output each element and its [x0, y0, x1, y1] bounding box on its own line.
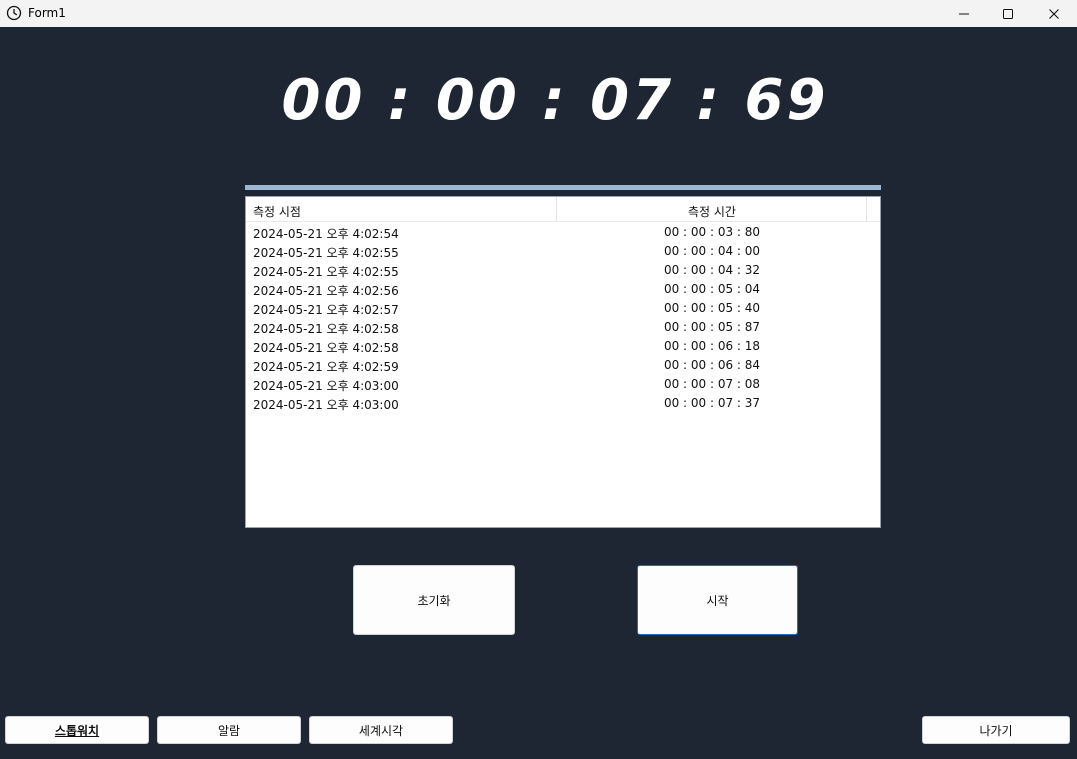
lap-time-point: 2024-05-21 오후 4:03:00 [253, 398, 399, 412]
list-item[interactable]: 2024-05-21 오후 4:02:58 00 : 00 : 06 : 18 [246, 338, 880, 357]
start-button[interactable]: 시작 [637, 565, 798, 635]
maximize-button[interactable] [985, 0, 1031, 27]
lap-measured-time: 00 : 00 : 03 : 80 [663, 225, 761, 239]
lap-rows: 2024-05-21 오후 4:02:54 00 : 00 : 03 : 80 20… [246, 224, 880, 414]
list-item[interactable]: 2024-05-21 오후 4:02:55 00 : 00 : 04 : 00 [246, 243, 880, 262]
lap-time-point: 2024-05-21 오후 4:02:55 [253, 265, 399, 279]
title-bar: Form1 [0, 0, 1077, 27]
lap-time-point: 2024-05-21 오후 4:02:59 [253, 360, 399, 374]
exit-button[interactable]: 나가기 [922, 716, 1070, 744]
lap-measured-time: 00 : 00 : 06 : 84 [663, 358, 761, 372]
list-item[interactable]: 2024-05-21 오후 4:02:54 00 : 00 : 03 : 80 [246, 224, 880, 243]
lap-measured-time: 00 : 00 : 06 : 18 [663, 339, 761, 353]
minimize-icon [959, 13, 969, 14]
list-item[interactable]: 2024-05-21 오후 4:02:55 00 : 00 : 04 : 32 [246, 262, 880, 281]
lap-measured-time: 00 : 00 : 05 : 87 [663, 320, 761, 334]
close-button[interactable] [1031, 0, 1077, 27]
stopwatch-tab-button[interactable]: 스톱워치 [5, 716, 149, 744]
alarm-tab-button[interactable]: 알람 [157, 716, 301, 744]
column-divider [866, 197, 867, 221]
lap-time-point: 2024-05-21 오후 4:02:58 [253, 322, 399, 336]
lap-time-point: 2024-05-21 오후 4:02:55 [253, 246, 399, 260]
accent-bar [245, 185, 881, 190]
lap-measured-time: 00 : 00 : 05 : 04 [663, 282, 761, 296]
list-item[interactable]: 2024-05-21 오후 4:03:00 00 : 00 : 07 : 08 [246, 376, 880, 395]
list-item[interactable]: 2024-05-21 오후 4:02:59 00 : 00 : 06 : 84 [246, 357, 880, 376]
minimize-button[interactable] [941, 0, 987, 27]
lap-measured-time: 00 : 00 : 04 : 00 [663, 244, 761, 258]
lap-time-point: 2024-05-21 오후 4:02:56 [253, 284, 399, 298]
lap-time-point: 2024-05-21 오후 4:03:00 [253, 379, 399, 393]
close-icon [1049, 8, 1059, 19]
list-item[interactable]: 2024-05-21 오후 4:02:56 00 : 00 : 05 : 04 [246, 281, 880, 300]
lap-time-point: 2024-05-21 오후 4:02:58 [253, 341, 399, 355]
window-title: Form1 [28, 6, 66, 20]
lap-list-header: 측정 시점 측정 시간 [246, 197, 880, 222]
lap-time-point: 2024-05-21 오후 4:02:57 [253, 303, 399, 317]
list-item[interactable]: 2024-05-21 오후 4:03:00 00 : 00 : 07 : 37 [246, 395, 880, 414]
list-item[interactable]: 2024-05-21 오후 4:02:58 00 : 00 : 05 : 87 [246, 319, 880, 338]
reset-button[interactable]: 초기화 [353, 565, 515, 635]
clock-icon [6, 5, 22, 21]
lap-list[interactable]: 측정 시점 측정 시간 2024-05-21 오후 4:02:54 00 : 00… [245, 196, 881, 528]
lap-measured-time: 00 : 00 : 05 : 40 [663, 301, 761, 315]
lap-measured-time: 00 : 00 : 07 : 08 [663, 377, 761, 391]
world-clock-tab-button[interactable]: 세계시각 [309, 716, 453, 744]
column-header-time-point[interactable]: 측정 시점 [253, 203, 301, 220]
lap-measured-time: 00 : 00 : 04 : 32 [663, 263, 761, 277]
stopwatch-display: 00 : 00 : 07 : 69 [281, 68, 829, 133]
column-header-measured-time[interactable]: 측정 시간 [557, 203, 867, 220]
maximize-icon [1003, 8, 1013, 19]
lap-time-point: 2024-05-21 오후 4:02:54 [253, 227, 399, 241]
lap-measured-time: 00 : 00 : 07 : 37 [663, 396, 761, 410]
list-item[interactable]: 2024-05-21 오후 4:02:57 00 : 00 : 05 : 40 [246, 300, 880, 319]
